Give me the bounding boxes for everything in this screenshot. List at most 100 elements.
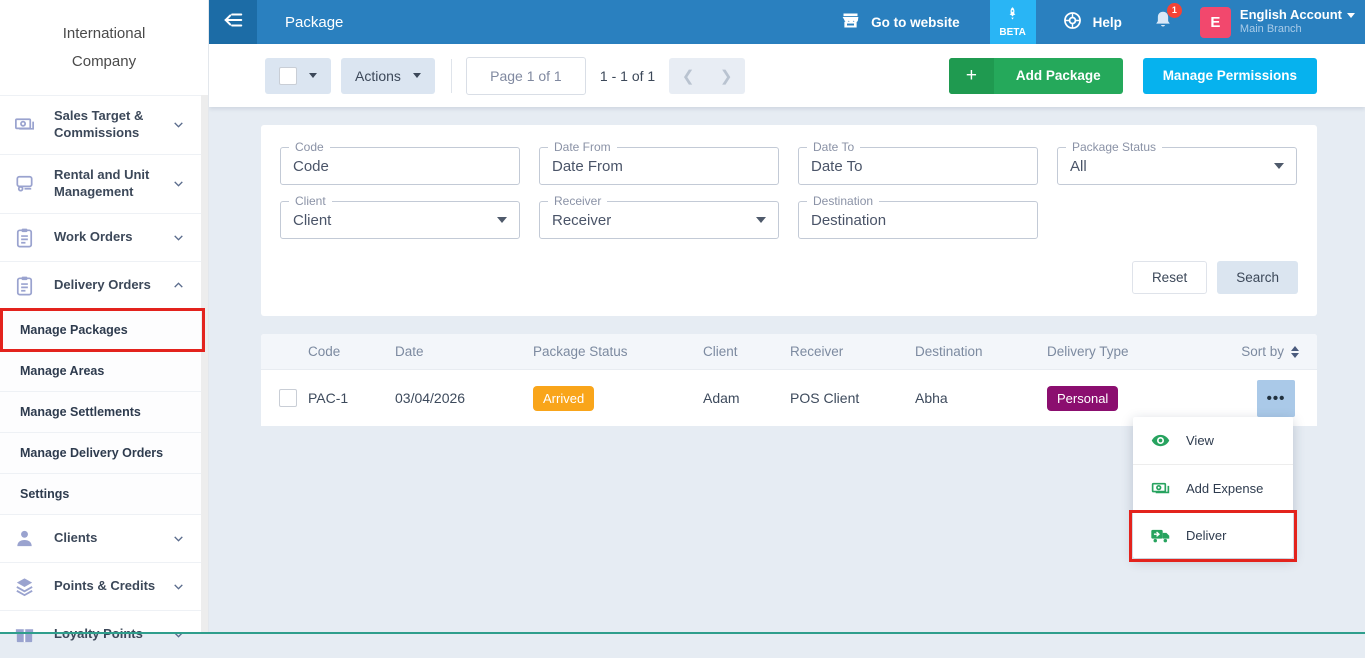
code-field-label: Code xyxy=(289,140,330,154)
sidebar-item-points-credits[interactable]: Points & Credits xyxy=(0,561,208,610)
sort-by-control[interactable]: Sort by xyxy=(1234,344,1317,359)
chevron-down-icon xyxy=(172,177,186,190)
row-more-actions-button[interactable]: ••• xyxy=(1257,379,1295,417)
layers-icon xyxy=(13,575,38,598)
sidebar-item-manage-areas[interactable]: Manage Areas xyxy=(0,349,208,391)
sort-by-label: Sort by xyxy=(1241,344,1284,359)
store-icon xyxy=(840,10,861,34)
reset-button[interactable]: Reset xyxy=(1131,261,1208,294)
column-header-delivery-type: Delivery Type xyxy=(1047,344,1129,359)
beta-button[interactable]: BETA xyxy=(989,0,1036,44)
receiver-select[interactable]: Receiver Receiver xyxy=(539,194,779,239)
chevron-down-icon xyxy=(172,532,186,545)
sidebar-item-manage-delivery-orders[interactable]: Manage Delivery Orders xyxy=(0,431,208,473)
sidebar: International Company Sales Target & Com… xyxy=(0,0,209,642)
column-header-code: Code xyxy=(308,344,341,359)
column-header-receiver: Receiver xyxy=(790,344,844,359)
package-status-select[interactable]: Package Status All xyxy=(1057,140,1297,185)
sidebar-item-manage-packages[interactable]: Manage Packages xyxy=(0,307,208,352)
actions-dropdown[interactable]: Actions xyxy=(341,57,435,94)
table-header-row: Code Date Package Status Client Receiver… xyxy=(261,334,1317,369)
page-indicator[interactable]: Page 1 of 1 xyxy=(465,56,586,95)
submenu-label: Manage Areas xyxy=(20,363,105,378)
next-page-button[interactable]: ❯ xyxy=(707,58,745,94)
avatar: E xyxy=(1199,6,1231,38)
menu-item-add-expense[interactable]: Add Expense xyxy=(1133,464,1293,511)
chevron-down-icon xyxy=(412,73,421,78)
sidebar-item-label: Delivery Orders xyxy=(54,276,151,292)
search-button[interactable]: Search xyxy=(1217,261,1298,294)
money-icon xyxy=(1150,478,1172,499)
sort-arrows-icon xyxy=(1291,345,1299,358)
eye-icon xyxy=(1150,430,1172,451)
gift-icon xyxy=(13,623,38,646)
prev-page-button[interactable]: ❮ xyxy=(669,58,707,94)
actions-label: Actions xyxy=(355,67,401,84)
destination-field-label: Destination xyxy=(807,194,880,208)
select-all-checkbox[interactable] xyxy=(279,66,297,85)
sidebar-item-delivery-orders[interactable]: Delivery Orders xyxy=(0,260,208,309)
sidebar-item-settings[interactable]: Settings xyxy=(0,472,208,514)
date-from-field: Date From xyxy=(539,140,779,185)
manage-permissions-button[interactable]: Manage Permissions xyxy=(1142,57,1317,94)
rocket-icon xyxy=(1005,6,1020,26)
help-ring-icon xyxy=(1062,10,1083,34)
go-to-website-link[interactable]: Go to website xyxy=(840,10,960,34)
select-all-dropdown[interactable] xyxy=(265,57,331,94)
sidebar-scrollbar[interactable] xyxy=(201,95,208,634)
cell-destination: Abha xyxy=(915,390,948,406)
chevron-down-icon xyxy=(172,118,186,131)
client-select[interactable]: Client Client xyxy=(280,194,520,239)
menu-item-view[interactable]: View xyxy=(1133,417,1293,464)
sidebar-item-label: Work Orders xyxy=(54,228,133,244)
account-menu[interactable]: E English Account Main Branch xyxy=(1199,6,1355,38)
column-header-client: Client xyxy=(703,344,738,359)
help-link[interactable]: Help xyxy=(1062,10,1122,34)
sidebar-item-label: Rental and Unit Management xyxy=(54,166,150,199)
collapse-sidebar-button[interactable] xyxy=(209,0,257,44)
receiver-value: Receiver xyxy=(552,211,612,229)
row-checkbox[interactable] xyxy=(279,389,297,407)
status-badge: Arrived xyxy=(533,385,595,411)
sidebar-item-manage-settlements[interactable]: Manage Settlements xyxy=(0,390,208,432)
submenu-label: Manage Delivery Orders xyxy=(20,445,164,460)
submenu-label: Manage Settlements xyxy=(20,404,141,419)
chevron-down-icon xyxy=(756,217,766,223)
chevron-down-icon xyxy=(172,231,186,244)
cell-date: 03/04/2026 xyxy=(395,390,466,406)
add-package-button[interactable]: + Add Package xyxy=(948,57,1123,94)
sidebar-item-sales-target[interactable]: Sales Target & Commissions xyxy=(0,95,208,154)
cell-code: PAC-1 xyxy=(308,390,349,406)
account-branch: Main Branch xyxy=(1239,23,1302,36)
sidebar-item-work-orders[interactable]: Work Orders xyxy=(0,212,208,261)
column-header-destination: Destination xyxy=(915,344,983,359)
sidebar-item-rental-unit[interactable]: Rental and Unit Management xyxy=(0,153,208,213)
go-to-website-label: Go to website xyxy=(871,14,960,30)
submenu-label: Manage Packages xyxy=(20,322,128,337)
company-logo: International Company xyxy=(0,0,208,95)
package-status-value: All xyxy=(1070,157,1087,175)
chevron-up-icon xyxy=(172,279,186,292)
row-actions-menu: View Add Expense Deliver xyxy=(1129,417,1297,562)
column-header-package-status: Package Status xyxy=(533,344,628,359)
help-label: Help xyxy=(1092,14,1122,30)
cell-receiver: POS Client xyxy=(790,390,860,406)
submenu-label: Settings xyxy=(20,486,70,501)
sidebar-item-label: Loyalty Points xyxy=(54,626,172,643)
cell-client: Adam xyxy=(703,390,740,406)
date-to-input[interactable] xyxy=(811,157,1025,175)
destination-input[interactable] xyxy=(811,211,1025,229)
menu-item-deliver[interactable]: Deliver xyxy=(1129,510,1297,562)
notifications-button[interactable]: 1 xyxy=(1152,2,1182,36)
plus-icon: + xyxy=(948,57,994,94)
chevron-down-icon xyxy=(309,73,317,78)
rental-unit-icon xyxy=(13,172,38,195)
sidebar-item-label: Clients xyxy=(54,529,98,545)
chevron-down-icon xyxy=(172,628,186,641)
code-input[interactable] xyxy=(293,157,507,175)
client-value: Client xyxy=(293,211,332,229)
top-header: Package Go to website BETA Help 1 E Engl… xyxy=(209,0,1365,44)
sidebar-item-clients[interactable]: Clients xyxy=(0,513,208,562)
date-from-input[interactable] xyxy=(552,157,766,175)
date-to-field: Date To xyxy=(798,140,1038,185)
